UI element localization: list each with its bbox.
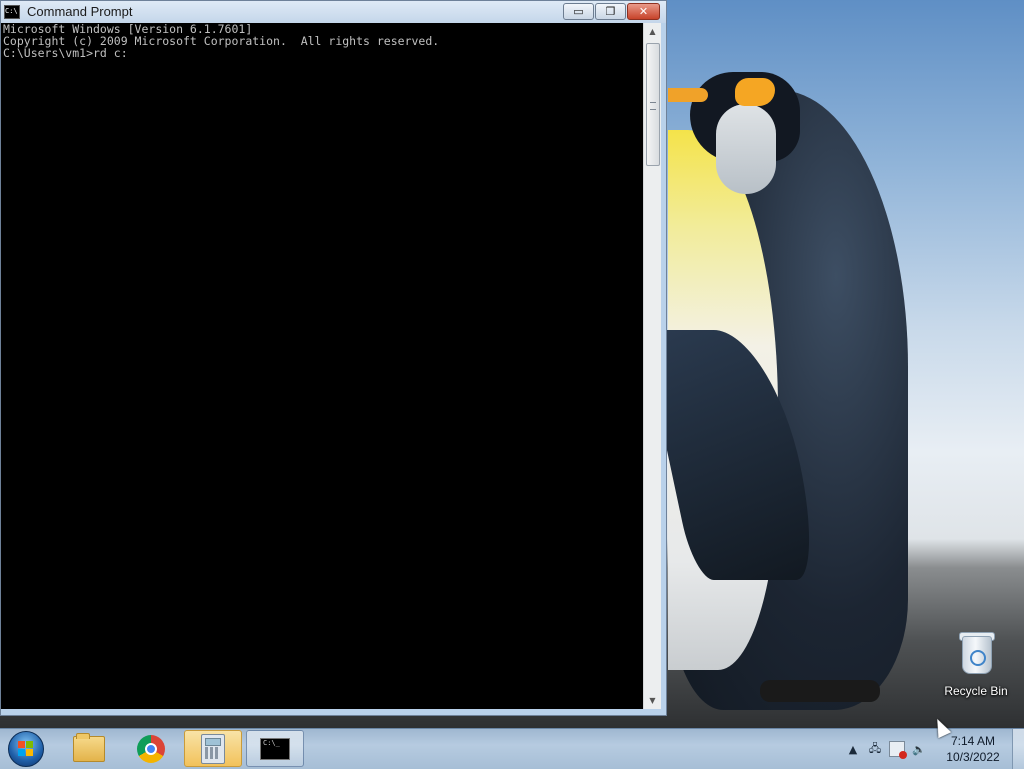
folder-icon (73, 732, 105, 762)
network-icon[interactable]: 🖧 (864, 739, 886, 759)
taskbar-clock[interactable]: 7:14 AM 10/3/2022 (938, 733, 1008, 765)
penguin-wallpaper-cheek (735, 78, 775, 106)
action-center-flag-icon[interactable] (886, 739, 908, 759)
desktop-icon-recycle-bin[interactable]: Recycle Bin (940, 630, 1012, 698)
restore-button[interactable]: ❐ (595, 3, 626, 20)
recycle-bin-label: Recycle Bin (944, 684, 1008, 698)
scroll-down-arrow-icon[interactable]: ▼ (644, 692, 661, 709)
minimize-button[interactable]: ▭ (563, 3, 594, 20)
recycle-bin-icon (959, 630, 995, 674)
scroll-up-arrow-icon[interactable]: ▲ (644, 23, 661, 40)
window-bottom-border (1, 709, 666, 715)
minimize-icon: ▭ (573, 5, 584, 18)
close-button[interactable]: ✕ (627, 3, 660, 20)
console-command: C:\Users\vm1>rd c: (3, 46, 128, 60)
taskbar-cmd-button[interactable]: C:\_ (246, 730, 304, 767)
show-hidden-icons-button[interactable]: ▲ (842, 739, 864, 759)
command-prompt-window[interactable]: C:\ Command Prompt ▭ ❐ ✕ Microsoft Windo… (0, 0, 667, 716)
restore-icon: ❐ (605, 5, 616, 18)
console-prompt-line[interactable]: C:\Users\vm1>rd c: (1, 47, 643, 59)
cmd-icon: C:\_ (260, 737, 290, 760)
calculator-icon (201, 733, 225, 764)
clock-date: 10/3/2022 (946, 750, 1000, 764)
chrome-icon (137, 734, 165, 763)
windows-orb-icon (8, 731, 44, 767)
grip-icon (650, 102, 656, 110)
clock-time: 7:14 AM (950, 734, 996, 748)
scrollbar-thumb[interactable] (646, 43, 660, 166)
window-titlebar[interactable]: C:\ Command Prompt ▭ ❐ ✕ (1, 1, 666, 23)
start-button[interactable] (6, 731, 46, 767)
vertical-scrollbar[interactable]: ▲ ▼ (643, 23, 661, 709)
console-output[interactable]: Microsoft Windows [Version 6.1.7601] Cop… (1, 23, 643, 709)
window-title: Command Prompt (27, 4, 133, 19)
penguin-wallpaper-neck (716, 104, 776, 194)
taskbar: C:\_ ▲ 🖧 🔈 7:14 AM 10/3/2022 (0, 728, 1024, 769)
cmd-window-icon[interactable]: C:\ (4, 5, 20, 19)
close-icon: ✕ (638, 5, 649, 18)
taskbar-explorer-button[interactable] (60, 730, 118, 767)
volume-icon[interactable]: 🔈 (908, 739, 930, 759)
penguin-wallpaper-beak (668, 88, 708, 102)
taskbar-chrome-button[interactable] (122, 730, 180, 767)
show-desktop-button[interactable] (1012, 729, 1024, 769)
penguin-wallpaper-feet (760, 680, 880, 702)
system-tray: ▲ 🖧 🔈 (842, 731, 930, 767)
taskbar-calculator-button[interactable] (184, 730, 242, 767)
